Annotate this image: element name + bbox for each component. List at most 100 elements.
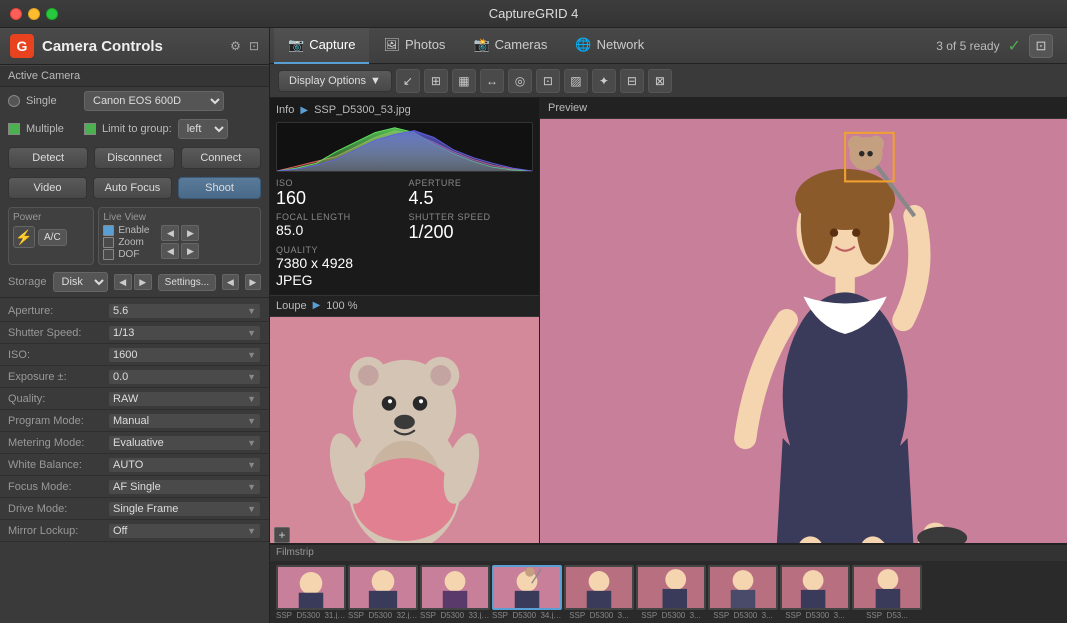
shutter-info-value: 1/200 [409, 222, 534, 244]
filmstrip-item-38[interactable]: SSP_D5300_3... [780, 565, 850, 619]
power-icon: ⚡ [13, 226, 35, 248]
lv-zoom-check[interactable] [103, 237, 114, 248]
capture-button[interactable]: ⊡ [1029, 34, 1053, 58]
filmstrip-item-31[interactable]: SSP_D5300_31.jpg [276, 565, 346, 619]
titlebar: CaptureGRID 4 [0, 0, 1067, 28]
filmstrip-item-37[interactable]: SSP_D5300_3... [708, 565, 778, 619]
lv-enable-label: Enable [118, 225, 149, 236]
aperture-value-box[interactable]: 5.6 ▼ [108, 303, 261, 319]
tab-photos[interactable]: 🖼 Photos [369, 28, 459, 64]
tool-histogram-icon[interactable]: ▦ [452, 69, 476, 93]
drive-value: Single Frame [113, 503, 178, 515]
lv-arrow-left[interactable]: ◀ [161, 225, 179, 241]
minimize-button[interactable] [28, 8, 40, 20]
filmstrip-item-36[interactable]: SSP_D5300_3... [636, 565, 706, 619]
settings-button[interactable]: Settings... [158, 274, 216, 291]
shoot-button[interactable]: Shoot [178, 177, 261, 199]
window-controls[interactable] [10, 8, 58, 20]
auto-focus-button[interactable]: Auto Focus [93, 177, 172, 199]
mirror-row: Mirror Lockup: Off ▼ [0, 520, 269, 542]
camera-model-select[interactable]: Canon EOS 600D [84, 91, 224, 111]
tool-sun-icon[interactable]: ✦ [592, 69, 616, 93]
loupe-add-button[interactable]: + [274, 527, 290, 543]
format-info-value: JPEG [276, 272, 533, 289]
exposure-value-box[interactable]: 0.0 ▼ [108, 369, 261, 385]
single-radio[interactable] [8, 95, 20, 107]
settings-arrow-r[interactable]: ▶ [245, 274, 261, 290]
filmstrip-item-35[interactable]: SSP_D5300_3... [564, 565, 634, 619]
capture-icon: 📷 [288, 37, 304, 53]
display-options-label: Display Options [289, 75, 366, 87]
quality-value-box[interactable]: RAW ▼ [108, 391, 261, 407]
filmstrip-thumb-32 [348, 565, 418, 610]
tab-capture[interactable]: 📷 Capture [274, 28, 369, 64]
toolbar: Display Options ▼ ↙ ⊞ ▦ ↔ ◎ ⊡ ▨ ✦ ⊟ ⊠ [270, 64, 1067, 98]
filmstrip-thumb-38 [780, 565, 850, 610]
iso-info-value: 160 [276, 188, 401, 210]
tool-grid-icon[interactable]: ⊞ [424, 69, 448, 93]
lv-arrow-down[interactable]: ▶ [181, 243, 199, 259]
shutter-label: Shutter Speed: [8, 327, 108, 339]
storage-prev[interactable]: ◀ [114, 274, 132, 290]
iso-info: ISO 160 [276, 178, 401, 210]
iso-info-label: ISO [276, 178, 401, 188]
metering-value-box[interactable]: Evaluative ▼ [108, 435, 261, 451]
close-button[interactable] [10, 8, 22, 20]
focus-value-box[interactable]: AF Single ▼ [108, 479, 261, 495]
gear-icon[interactable]: ⚙ [230, 39, 241, 53]
tab-network[interactable]: 🌐 Network [561, 28, 658, 64]
filmstrip-item-39[interactable]: SSP_D53... [852, 565, 922, 619]
wb-row: White Balance: AUTO ▼ [0, 454, 269, 476]
tool-rotate-icon[interactable]: ↙ [396, 69, 420, 93]
network-label: Network [597, 37, 645, 52]
video-button[interactable]: Video [8, 177, 87, 199]
mirror-value-box[interactable]: Off ▼ [108, 523, 261, 539]
wb-value-box[interactable]: AUTO ▼ [108, 457, 261, 473]
lv-arrow-right[interactable]: ▶ [181, 225, 199, 241]
settings-icon[interactable]: ⊡ [249, 39, 259, 53]
tool-overlay-icon[interactable]: ⊠ [648, 69, 672, 93]
info-play-icon[interactable]: ▶ [300, 105, 308, 116]
tool-box-icon[interactable]: ⊟ [620, 69, 644, 93]
filmstrip-label: Filmstrip [276, 547, 314, 558]
single-label: Single [26, 95, 78, 107]
iso-value: 1600 [113, 349, 137, 361]
loupe-play-icon[interactable]: ▶ [313, 300, 321, 311]
tool-focus-icon[interactable]: ◎ [508, 69, 532, 93]
iso-value-box[interactable]: 1600 ▼ [108, 347, 261, 363]
drive-value-box[interactable]: Single Frame ▼ [108, 501, 261, 517]
ac-button[interactable]: A/C [38, 229, 67, 246]
limit-checkbox[interactable] [84, 123, 96, 135]
loupe-zoom: 100 % [326, 300, 357, 312]
connect-button[interactable]: Connect [181, 147, 261, 169]
storage-label: Storage [8, 276, 47, 288]
exposure-value: 0.0 [113, 371, 128, 383]
loupe-panel: Loupe ▶ 100 % [270, 296, 539, 543]
drive-label: Drive Mode: [8, 503, 108, 515]
filmstrip-item-32[interactable]: SSP_D5300_32.jpg [348, 565, 418, 619]
filmstrip-label-35: SSP_D5300_3... [564, 611, 634, 619]
lv-enable-option: Enable [103, 225, 149, 236]
tab-cameras[interactable]: 📸 Cameras [459, 28, 561, 64]
program-value-box[interactable]: Manual ▼ [108, 413, 261, 429]
quality-info-label: QUALITY [276, 245, 533, 255]
multiple-checkbox[interactable] [8, 123, 20, 135]
filmstrip-item-33[interactable]: SSP_D5300_33.jpg [420, 565, 490, 619]
tool-crop-icon[interactable]: ⊡ [536, 69, 560, 93]
detect-button[interactable]: Detect [8, 147, 88, 169]
storage-select[interactable]: Disk [53, 272, 108, 292]
lv-enable-check[interactable] [103, 225, 114, 236]
maximize-button[interactable] [46, 8, 58, 20]
filmstrip-item-34[interactable]: SSP_D5300_34.jpg [492, 565, 562, 619]
shutter-value-box[interactable]: 1/13 ▼ [108, 325, 261, 341]
lv-arrow-up[interactable]: ◀ [161, 243, 179, 259]
storage-next[interactable]: ▶ [134, 274, 152, 290]
tool-zebra-icon[interactable]: ▨ [564, 69, 588, 93]
group-select[interactable]: left [178, 119, 228, 139]
disconnect-button[interactable]: Disconnect [94, 147, 174, 169]
display-options-button[interactable]: Display Options ▼ [278, 70, 392, 92]
settings-arrow-l[interactable]: ◀ [222, 274, 238, 290]
lv-dof-check[interactable] [103, 249, 114, 260]
content-area: Info ▶ SSP_D5300_53.jpg [270, 98, 1067, 543]
tool-arrows-icon[interactable]: ↔ [480, 69, 504, 93]
